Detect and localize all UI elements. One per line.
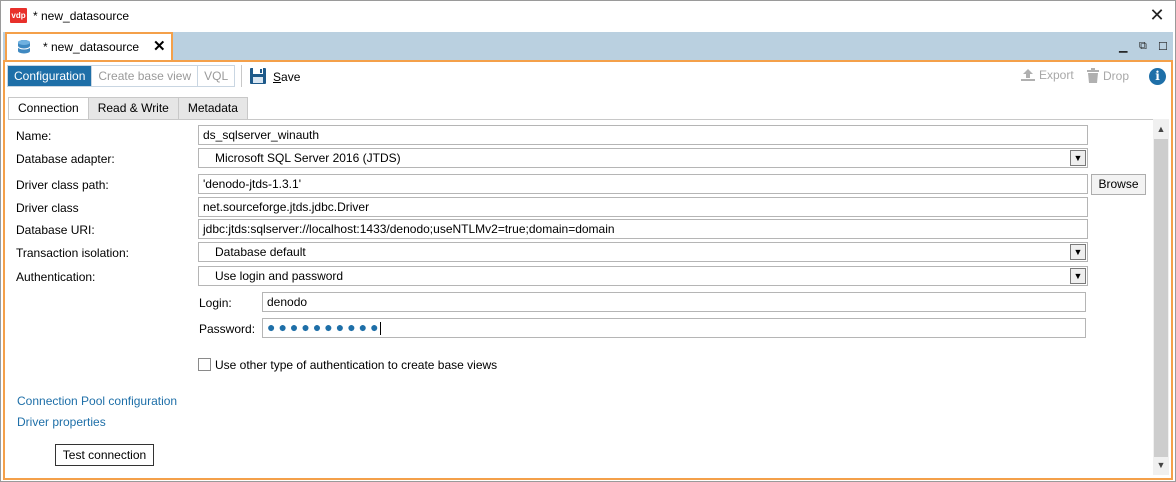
sub-tabs: Connection Read & Write Metadata [8, 97, 248, 120]
editor-tab[interactable]: * new_datasource ✕ [5, 32, 173, 61]
tab-metadata[interactable]: Metadata [178, 97, 248, 120]
password-mask: ●●●●●●●●●● [267, 319, 382, 335]
password-input[interactable]: ●●●●●●●●●● [262, 318, 1086, 338]
info-icon[interactable]: i [1149, 68, 1166, 85]
driver-properties-link[interactable]: Driver properties [17, 415, 106, 429]
adapter-select[interactable]: Microsoft SQL Server 2016 (JTDS) ▼ [198, 148, 1088, 168]
database-icon [17, 40, 31, 54]
editor-tab-strip: * new_datasource ✕ ▁ ⧉ ☐ [3, 32, 1173, 61]
adapter-value: Microsoft SQL Server 2016 (JTDS) [215, 151, 401, 165]
vertical-scrollbar[interactable]: ▲ ▼ [1153, 119, 1169, 475]
driver-class-input[interactable]: net.sourceforge.jtds.jdbc.Driver [198, 197, 1088, 217]
text-caret [379, 322, 381, 336]
create-base-view-mode-button[interactable]: Create base view [92, 66, 199, 86]
test-connection-button[interactable]: Test connection [55, 444, 154, 466]
trash-icon [1087, 68, 1099, 83]
chevron-down-icon[interactable]: ▼ [1070, 244, 1086, 260]
uri-label: Database URI: [16, 223, 95, 237]
scroll-up-icon[interactable]: ▲ [1153, 121, 1169, 137]
editor-tab-label: * new_datasource [43, 40, 140, 54]
auth-label: Authentication: [16, 270, 96, 284]
tab-connection[interactable]: Connection [8, 97, 89, 120]
password-label: Password: [199, 322, 256, 336]
maximize-icon[interactable]: ☐ [1158, 40, 1168, 53]
mode-switcher: Configuration Create base view VQL [7, 65, 236, 87]
isolation-label: Transaction isolation: [16, 246, 129, 260]
save-button[interactable]: Save [273, 70, 300, 84]
classpath-input[interactable]: 'denodo-jtds-1.3.1' [198, 174, 1088, 194]
browse-button[interactable]: Browse [1091, 174, 1146, 195]
drop-button[interactable]: Drop [1086, 68, 1129, 83]
window-title: * new_datasource [33, 9, 130, 23]
auth-select[interactable]: Use login and password ▼ [198, 266, 1088, 286]
title-bar: vdp * new_datasource ✕ [1, 1, 1175, 31]
close-window-button[interactable]: ✕ [1147, 5, 1167, 25]
vdp-logo-icon: vdp [10, 8, 27, 23]
restore-icon[interactable]: ⧉ [1139, 40, 1147, 53]
scroll-thumb[interactable] [1154, 139, 1168, 457]
export-icon [1021, 69, 1035, 81]
close-tab-icon[interactable]: ✕ [153, 37, 166, 55]
uri-input[interactable]: jdbc:jtds:sqlserver://localhost:1433/den… [198, 219, 1088, 239]
classpath-label: Driver class path: [16, 178, 109, 192]
isolation-select[interactable]: Database default ▼ [198, 242, 1088, 262]
driver-class-label: Driver class [16, 201, 79, 215]
chevron-down-icon[interactable]: ▼ [1070, 150, 1086, 166]
toolbar-separator [241, 65, 242, 87]
scroll-down-icon[interactable]: ▼ [1153, 457, 1169, 473]
configuration-mode-button[interactable]: Configuration [8, 66, 93, 86]
save-icon[interactable] [249, 67, 267, 85]
window: vdp * new_datasource ✕ * new_datasource … [0, 0, 1176, 482]
isolation-value: Database default [215, 245, 306, 259]
login-input[interactable]: denodo [262, 292, 1086, 312]
vql-mode-button[interactable]: VQL [198, 66, 235, 86]
other-auth-label[interactable]: Use other type of authentication to crea… [215, 358, 497, 372]
export-button[interactable]: Export [1020, 68, 1074, 82]
connection-pool-link[interactable]: Connection Pool configuration [17, 394, 177, 408]
adapter-label: Database adapter: [16, 152, 115, 166]
tab-read-write[interactable]: Read & Write [88, 97, 179, 120]
other-auth-checkbox[interactable] [198, 358, 211, 371]
drop-label: Drop [1103, 68, 1130, 83]
export-label: Export [1039, 68, 1074, 82]
auth-value: Use login and password [215, 269, 344, 283]
name-label: Name: [16, 129, 52, 143]
chevron-down-icon[interactable]: ▼ [1070, 268, 1086, 284]
name-input[interactable]: ds_sqlserver_winauth [198, 125, 1088, 145]
minimize-icon[interactable]: ▁ [1119, 40, 1127, 53]
login-label: Login: [199, 296, 232, 310]
